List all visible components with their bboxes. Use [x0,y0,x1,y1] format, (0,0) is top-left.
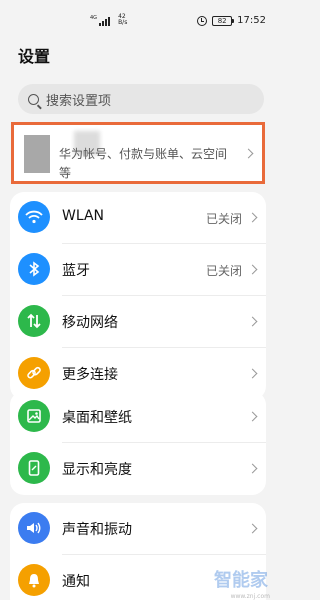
alarm-icon [197,15,208,26]
sound-row[interactable]: 声音和振动 [10,503,266,555]
page-title: 设置 [18,47,51,66]
chevron-right-icon [247,368,258,379]
display-row[interactable]: 显示和亮度 [10,443,266,495]
signal-area: 4G 42 B/s [90,14,127,26]
wallpaper-icon [18,400,50,432]
account-card[interactable]: 华为帐号、付款与账单、云空间 等 [11,122,265,184]
battery-level: 82 [217,16,227,25]
net-speed: 42 B/s [118,13,128,26]
status-bar: 4G 42 B/s 82 17:52 [0,0,276,40]
wallpaper-label: 桌面和壁纸 [62,410,132,426]
chevron-right-icon [247,411,258,422]
wallpaper-row[interactable]: 桌面和壁纸 [10,391,266,443]
link-icon [18,357,50,389]
wlan-label: WLAN [62,208,105,224]
notification-label: 通知 [62,574,90,590]
chevron-right-icon [247,316,258,327]
mobile-data-icon [18,305,50,337]
network-type: 4G [90,15,98,21]
signal-bars-icon [99,17,111,26]
search-input[interactable]: 搜索设置项 [18,84,264,114]
bluetooth-icon [18,253,50,285]
wifi-icon [18,201,50,233]
avatar [24,135,50,173]
mobile-network-label: 移动网络 [62,315,118,331]
network-section: WLAN 已关闭 蓝牙 已关闭 移动网络 更多连接 [10,192,266,400]
status-right: 82 17:52 [197,15,266,26]
mobile-network-row[interactable]: 移动网络 [10,296,266,348]
sound-label: 声音和振动 [62,522,132,538]
sound-icon [18,512,50,544]
wlan-status: 已关闭 [205,212,242,226]
bluetooth-row[interactable]: 蓝牙 已关闭 [10,244,266,296]
notification-icon [18,564,50,596]
chevron-right-icon [247,264,258,275]
chevron-right-icon [247,212,258,223]
search-placeholder: 搜索设置项 [46,93,112,109]
display-section: 桌面和壁纸 显示和亮度 [10,391,266,495]
bluetooth-label: 蓝牙 [62,263,90,279]
clock: 17:52 [237,15,266,26]
more-connections-label: 更多连接 [62,367,118,383]
chevron-right-icon [247,463,258,474]
bluetooth-status: 已关闭 [205,264,242,278]
watermark-url: www.znj.com [230,593,270,600]
search-icon [28,93,39,105]
chevron-right-icon [247,523,258,534]
display-icon [18,452,50,484]
battery-icon: 82 [212,15,235,26]
chevron-right-icon [243,148,254,159]
display-label: 显示和亮度 [62,462,132,478]
watermark-logo: 智能家 [214,570,268,591]
wlan-row[interactable]: WLAN 已关闭 [10,192,266,244]
account-description: 华为帐号、付款与账单、云空间 等 [59,147,228,180]
